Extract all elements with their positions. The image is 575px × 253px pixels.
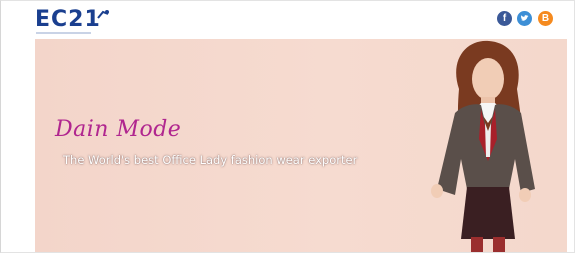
- model-photo: [431, 40, 535, 252]
- blog-icon: B: [541, 13, 550, 24]
- blog-button[interactable]: B: [538, 11, 553, 26]
- logo-underline: [36, 32, 91, 34]
- facebook-icon: f: [502, 13, 507, 24]
- hero-banner[interactable]: Dain Mode The World's best Office Lady f…: [35, 39, 567, 252]
- brand-tagline: The World's best Office Lady fashion wea…: [63, 153, 358, 167]
- twitter-button[interactable]: [517, 11, 532, 26]
- facebook-button[interactable]: f: [497, 11, 512, 26]
- brand-title: Dain Mode: [55, 117, 182, 142]
- page-frame: EC21 f B Dain Mode The World's best Offi…: [0, 0, 575, 253]
- site-header: EC21 f B: [1, 1, 574, 39]
- twitter-icon: [520, 15, 529, 21]
- logo-accent-icon: [97, 10, 109, 19]
- logo-text: EC21: [35, 7, 101, 32]
- ec21-logo[interactable]: EC21: [35, 9, 125, 35]
